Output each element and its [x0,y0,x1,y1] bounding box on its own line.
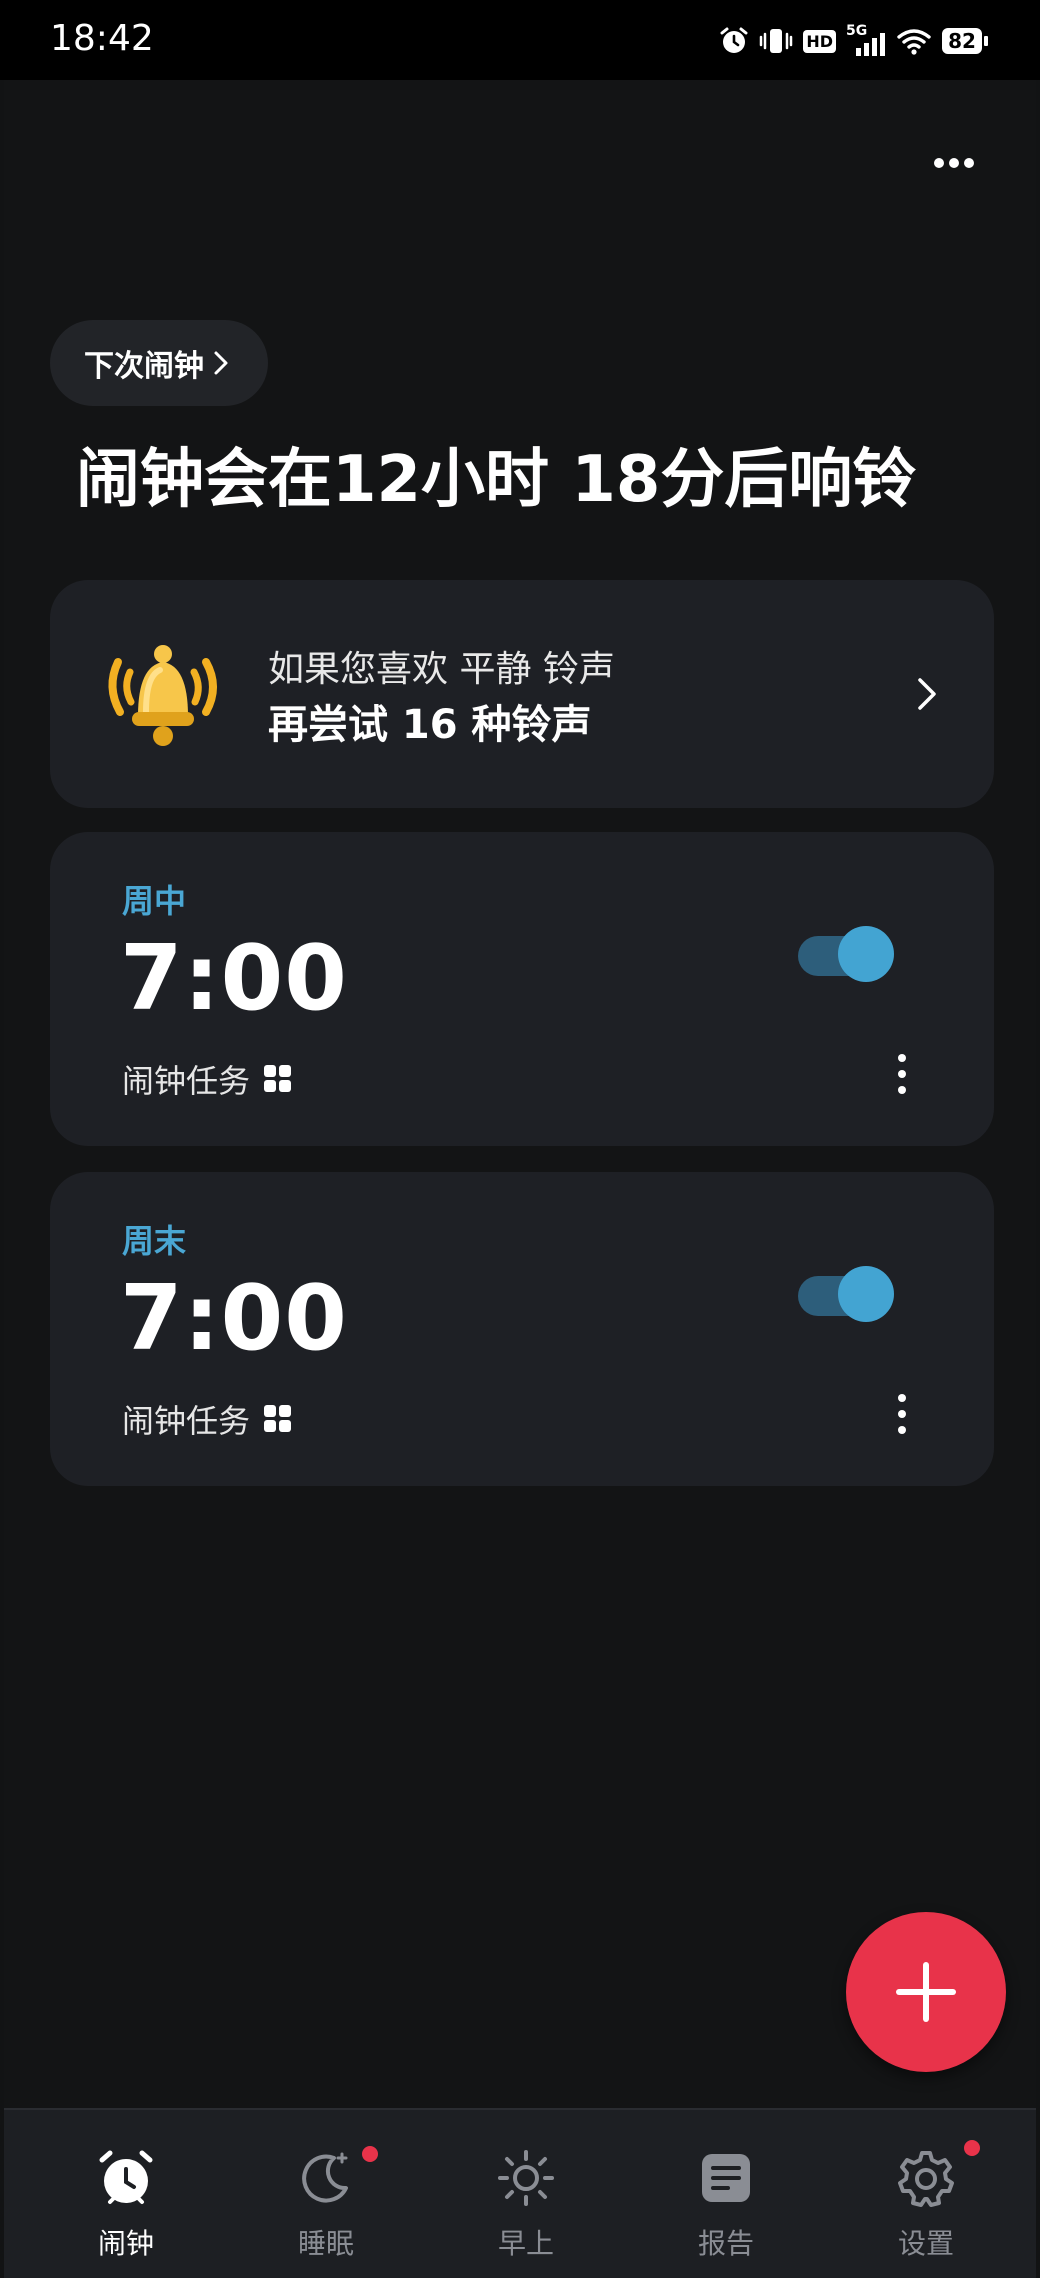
nav-label: 设置 [897,2227,954,2260]
alarm-mission-label: 闹钟任务 [122,1062,251,1100]
next-alarm-label: 下次闹钟 [84,349,204,384]
alarm-label: 周末 [122,1222,187,1260]
report-icon [702,2154,750,2202]
battery-level: 82 [942,28,982,54]
alarm-clock-icon [99,2150,153,2204]
add-alarm-button[interactable] [846,1912,1006,2072]
nav-label: 闹钟 [97,2227,154,2260]
nav-label: 早上 [497,2227,554,2260]
mission-grid-icon [264,1405,292,1433]
notification-dot [964,2140,980,2156]
alarm-toggle[interactable] [798,926,894,982]
vibrate-icon [760,29,793,53]
alarm-more-button[interactable] [896,1054,908,1094]
more-horizontal-icon [934,158,944,168]
alarm-more-button[interactable] [896,1394,908,1434]
alarm-countdown-title: 闹钟会在12小时 18分后响铃 [76,443,917,517]
nav-item-alarm[interactable]: 闹钟 [56,2148,196,2268]
nav-item-report[interactable]: 报告 [656,2148,796,2268]
alarm-time: 7:00 [120,926,348,1031]
more-vertical-icon [898,1054,906,1062]
status-bar: 18:42 HD 5G 82 [0,0,1040,80]
chevron-right-icon [214,351,228,375]
alarm-time: 7:00 [120,1266,348,1371]
wifi-icon [897,29,931,55]
alarm-card[interactable]: 周末 7:00 闹钟任务 [50,1172,994,1486]
bottom-navigation: 闹钟 睡眠 早上 报告 设置 [4,2108,1036,2278]
alarm-toggle[interactable] [798,1266,894,1322]
notification-dot [362,2146,378,2162]
alarm-mission[interactable]: 闹钟任务 [122,1396,292,1442]
nav-item-sleep[interactable]: 睡眠 [256,2146,396,2268]
gear-icon [898,2151,954,2207]
hd-icon: HD [803,29,836,53]
bell-icon [108,645,217,746]
promo-title: 再尝试 16 种铃声 [268,702,592,748]
alarm-card[interactable]: 周中 7:00 闹钟任务 [50,832,994,1146]
alarm-mission-label: 闹钟任务 [122,1402,251,1440]
ringtone-promo-card[interactable]: 如果您喜欢 平静 铃声 再尝试 16 种铃声 [50,580,994,808]
sun-icon [498,2150,554,2206]
alarm-label: 周中 [122,882,187,920]
alarm-mission[interactable]: 闹钟任务 [122,1056,292,1102]
promo-subtitle: 如果您喜欢 平静 铃声 [268,649,615,690]
signal-icon: 5G [846,24,886,58]
moon-icon [302,2152,348,2203]
nav-item-morning[interactable]: 早上 [456,2148,596,2268]
more-options-button[interactable] [924,150,984,176]
status-icons: HD 5G 82 [719,20,988,62]
next-alarm-chip[interactable]: 下次闹钟 [50,320,268,406]
nav-label: 报告 [697,2227,754,2260]
nav-item-settings[interactable]: 设置 [856,2140,996,2268]
alarm-icon [720,27,748,53]
battery-icon: 82 [942,28,988,54]
chevron-right-icon [918,678,936,710]
mission-grid-icon [264,1065,292,1093]
more-vertical-icon [898,1394,906,1402]
nav-label: 睡眠 [297,2227,354,2260]
status-time: 18:42 [50,18,154,59]
